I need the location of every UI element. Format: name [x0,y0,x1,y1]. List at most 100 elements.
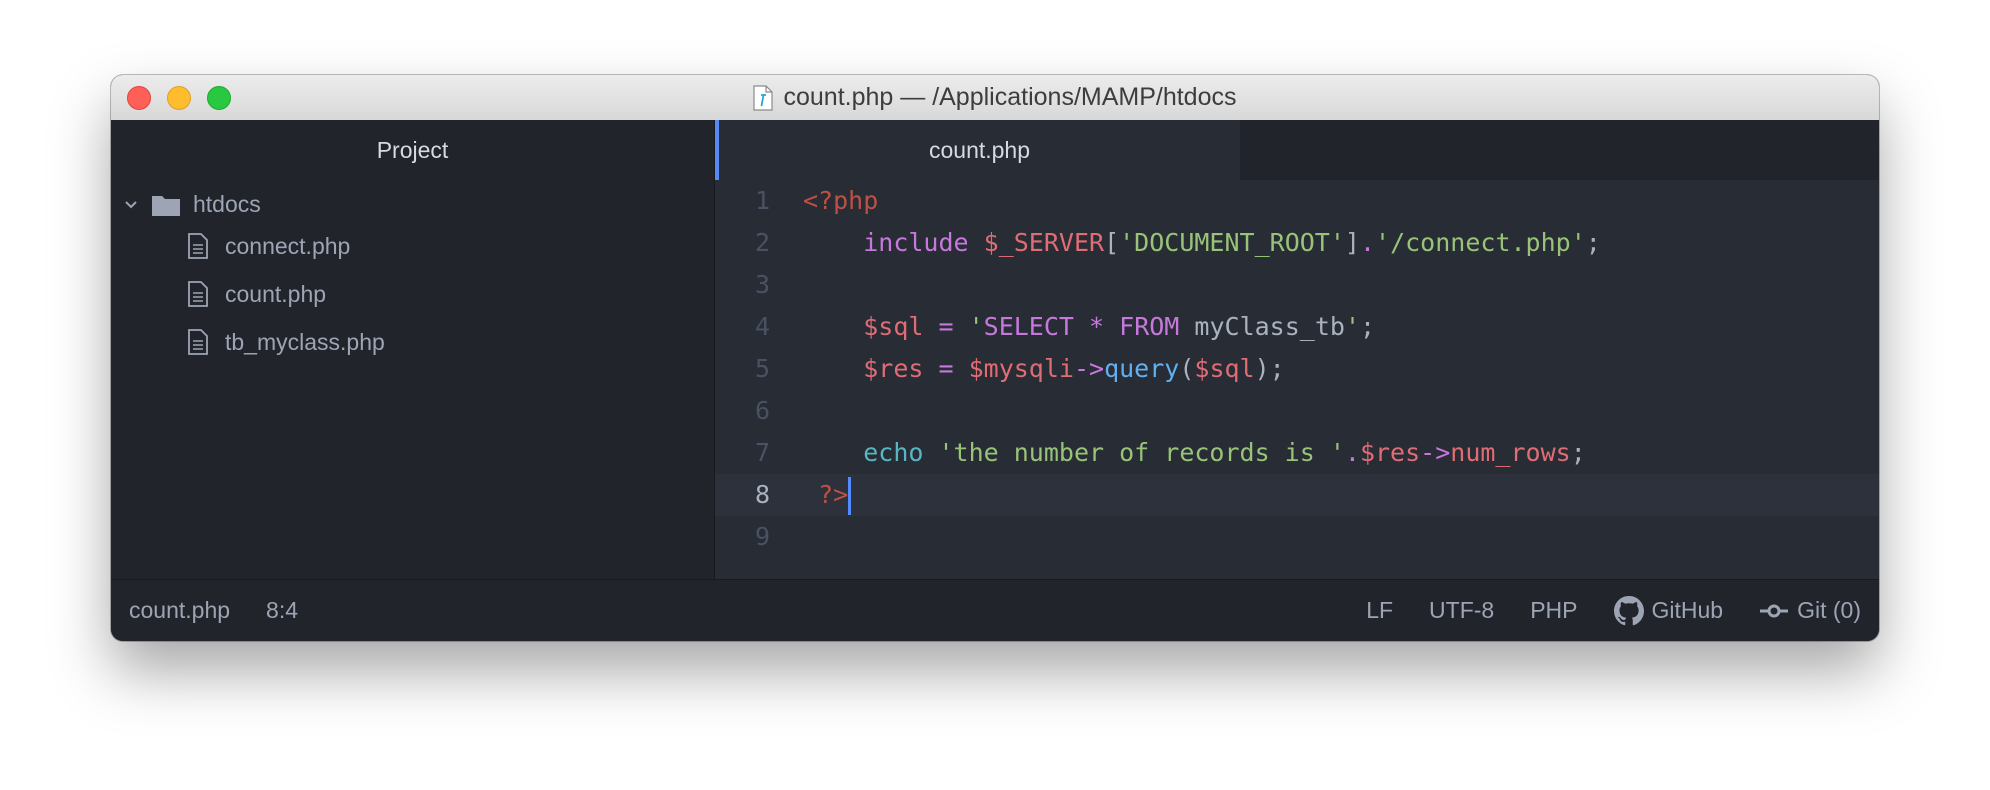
status-cursor-position[interactable]: 8:4 [266,597,298,624]
code-token: [ [1104,228,1120,257]
status-encoding[interactable]: UTF-8 [1429,597,1494,624]
code-token: -> [1420,438,1451,467]
code-token: 'DOCUMENT_ROOT' [1119,228,1345,257]
editor-pane[interactable]: count.php 1 <?php 2 include $_SERVER['DOCU… [715,120,1879,580]
code-token: ( [1179,354,1195,383]
code-token: ; [1360,312,1376,341]
code-token: ); [1254,354,1285,383]
code-token: . [1359,228,1376,257]
status-git[interactable]: Git (0) [1759,597,1861,624]
code-line[interactable]: 9 [715,516,1879,558]
code-token: echo [863,438,924,467]
code-token: <?php [803,186,879,215]
file-text-icon [188,233,208,259]
code-line[interactable]: 1 <?php [715,180,1879,222]
line-number: 6 [754,396,770,425]
window-title: count.php — /Applications/MAMP/htdocs [111,75,1879,120]
project-sidebar: Project htdocs connect.php count.php tb_… [111,120,715,580]
code-text: ?> [803,474,852,516]
code-token: SELECT [983,312,1074,341]
status-bar: count.php 8:4 LF UTF-8 PHP GitHub Git (0… [111,579,1879,641]
status-github[interactable]: GitHub [1613,595,1724,626]
file-text-icon [188,329,208,355]
code-token: ] [1344,228,1360,257]
code-token: $res [1359,438,1421,467]
code-token: $sql [1194,354,1255,383]
window-title-text: count.php — /Applications/MAMP/htdocs [783,83,1237,111]
code-token: = [923,354,969,383]
code-token: $res [863,354,924,383]
line-number: 9 [754,522,770,551]
line-number: 1 [754,186,770,215]
code-line[interactable]: 4 $sql = 'SELECT * FROM myClass_tb'; [715,306,1879,348]
code-token: 'the number of records is ' [938,438,1345,467]
tree-file-label: tb_myclass.php [225,328,385,355]
code-token: -> [1073,354,1105,383]
tab-count-php[interactable]: count.php [715,120,1240,180]
php-file-icon [753,84,774,111]
tree-file-label: count.php [225,280,327,307]
code-token: query [1104,354,1180,383]
code-line[interactable]: 3 [715,264,1879,306]
line-number: 5 [754,354,770,383]
code-token: $mysqli [968,354,1074,383]
chevron-down-icon[interactable] [123,197,139,213]
code-token: * [1089,312,1105,341]
code-token: '/connect.php' [1375,228,1586,257]
code-text: <?php [803,180,878,222]
code-token: $sql [863,312,924,341]
line-number: 8 [754,480,770,509]
code-token: ; [1585,228,1601,257]
file-text-icon [188,281,208,307]
code-line[interactable]: 7 echo 'the number of records is '.$res-… [715,432,1879,474]
tree-file-tb-myclass[interactable]: tb_myclass.php [187,328,385,356]
tree-folder-label: htdocs [193,191,261,217]
status-file-name[interactable]: count.php [129,597,230,624]
status-github-label: GitHub [1651,597,1724,623]
code-token: include [863,228,969,257]
code-line[interactable]: 8 ?> [715,474,1879,516]
code-token: $_SERVER [983,228,1105,257]
code-token: ' [968,312,984,341]
line-number: 7 [754,438,770,467]
code-token: ?> [818,480,849,509]
code-line[interactable]: 6 [715,390,1879,432]
code-token: . [1344,438,1360,467]
code-line[interactable]: 5 $res = $mysqli->query($sql); [715,348,1879,390]
code-text: $sql = 'SELECT * FROM myClass_tb'; [803,306,1375,348]
code-token: ; [1570,438,1586,467]
sidebar-header: Project [376,136,449,163]
code-token: FROM [1119,312,1180,341]
tree-file-count[interactable]: count.php [187,280,326,308]
git-commit-icon [1760,604,1789,617]
code-token: ' [1344,312,1361,341]
tab-bar: count.php [715,120,1879,180]
code-token: = [923,312,969,341]
tree-file-label: connect.php [225,232,351,259]
code-area[interactable]: 1 <?php 2 include $_SERVER['DOCUMENT_ROOT'… [715,180,1879,580]
code-token: myClass_tb [1179,312,1345,341]
folder-icon [152,195,180,216]
tree-folder-htdocs[interactable]: htdocs [123,191,261,218]
code-line[interactable]: 2 include $_SERVER['DOCUMENT_ROOT'].'/co… [715,222,1879,264]
code-text: $res = $mysqli->query($sql); [803,348,1285,390]
title-bar[interactable]: count.php — /Applications/MAMP/htdocs [111,75,1879,121]
status-grammar[interactable]: PHP [1530,597,1577,624]
code-token: num_rows [1450,438,1571,467]
code-text: echo 'the number of records is '.$res->n… [803,432,1586,474]
status-git-label: Git (0) [1797,597,1861,623]
status-line-ending[interactable]: LF [1366,597,1393,624]
editor-window: count.php — /Applications/MAMP/htdocs Pr… [111,75,1879,641]
line-number: 2 [754,228,770,257]
tree-file-connect[interactable]: connect.php [187,232,350,260]
text-cursor [848,477,852,515]
github-icon [1613,595,1644,625]
